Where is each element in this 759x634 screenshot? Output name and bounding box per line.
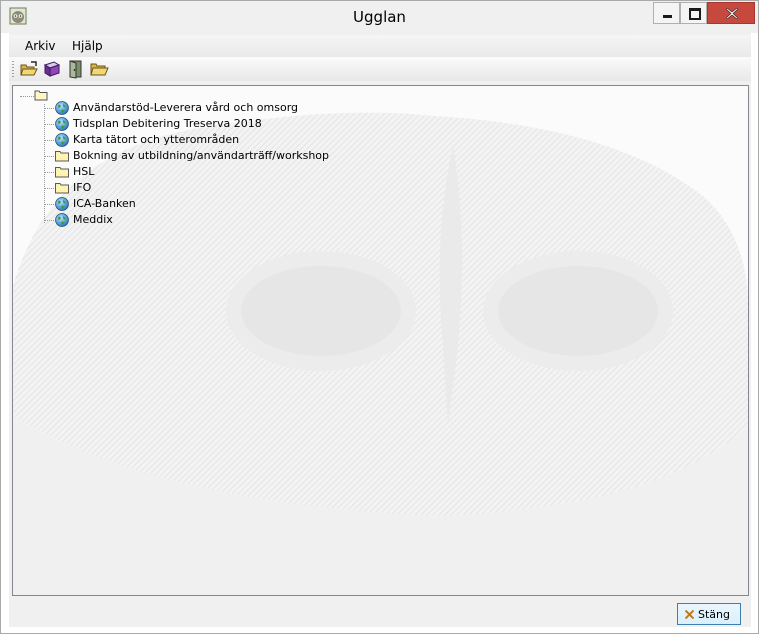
- tree-item[interactable]: Användarstöd-Leverera vård och omsorg: [44, 100, 644, 116]
- tree-connector: [44, 172, 54, 173]
- toolbar-folder-button[interactable]: [89, 59, 109, 79]
- tree-item[interactable]: ICA-Banken: [44, 196, 644, 212]
- tree-item-label: HSL: [73, 165, 95, 178]
- tree-connector: [44, 124, 54, 125]
- title-bar[interactable]: Ugglan: [1, 1, 758, 33]
- app-window: Ugglan Arkiv Hjälp Användarstöd-Leverera…: [0, 0, 759, 634]
- tree-item-label: Tidsplan Debitering Treserva 2018: [73, 117, 262, 130]
- maximize-button[interactable]: [680, 2, 707, 24]
- toolbar-exit-button[interactable]: [66, 59, 86, 79]
- client-area: Arkiv Hjälp Användarstöd-Leverera vård o…: [9, 33, 751, 627]
- tree-item-label: ICA-Banken: [73, 197, 136, 210]
- tree-item-label: IFO: [73, 181, 92, 194]
- book-icon: [43, 61, 61, 77]
- globe-icon: [54, 116, 70, 132]
- tree-connector: [44, 204, 54, 205]
- tree-view[interactable]: Användarstöd-Leverera vård och omsorg Tid…: [12, 85, 749, 596]
- tree-connector: [44, 156, 54, 157]
- tree-item[interactable]: HSL: [44, 164, 644, 180]
- tree-item[interactable]: Tidsplan Debitering Treserva 2018: [44, 116, 644, 132]
- folder-icon: [54, 148, 70, 164]
- folder-icon: [54, 180, 70, 196]
- tree-connector: [44, 108, 54, 109]
- tree-item[interactable]: Karta tätort och ytterområden: [44, 132, 644, 148]
- tree-item-label: Användarstöd-Leverera vård och omsorg: [73, 101, 299, 114]
- open-folder-icon: [20, 61, 38, 76]
- minimize-button[interactable]: [653, 2, 680, 24]
- globe-icon: [54, 132, 70, 148]
- folder-open-icon: [90, 63, 109, 76]
- tree-item-label: Meddix: [73, 213, 113, 226]
- tree-item-label: Bokning av utbildning/användarträff/work…: [73, 149, 329, 162]
- close-icon: [726, 8, 738, 19]
- menu-arkiv[interactable]: Arkiv: [25, 39, 56, 53]
- folder-icon: [54, 164, 70, 180]
- toolbar: [9, 57, 751, 81]
- menu-hjalp[interactable]: Hjälp: [72, 39, 103, 53]
- toolbar-grip[interactable]: [12, 61, 14, 77]
- tree-connector: [44, 140, 54, 141]
- tree-item-label: Karta tätort och ytterområden: [73, 133, 240, 146]
- exit-door-icon: [69, 60, 82, 79]
- window-frame: Ugglan Arkiv Hjälp Användarstöd-Leverera…: [1, 1, 758, 633]
- globe-icon: [54, 212, 70, 228]
- tree-item[interactable]: Meddix: [44, 212, 644, 228]
- window-title: Ugglan: [353, 8, 406, 26]
- globe-icon: [54, 196, 70, 212]
- tree-item[interactable]: IFO: [44, 180, 644, 196]
- close-x-icon: [685, 610, 694, 619]
- close-window-button[interactable]: [707, 2, 755, 24]
- close-button-label: Stäng: [698, 608, 730, 621]
- toolbar-open-button[interactable]: [19, 59, 39, 79]
- close-button[interactable]: Stäng: [677, 603, 741, 625]
- tree-connector: [44, 188, 54, 189]
- toolbar-book-button[interactable]: [42, 59, 62, 79]
- menu-bar: Arkiv Hjälp: [9, 35, 751, 57]
- globe-icon: [54, 100, 70, 116]
- tree-item[interactable]: Bokning av utbildning/användarträff/work…: [44, 148, 644, 164]
- tree-connector: [20, 96, 34, 97]
- tree-connector: [44, 220, 54, 221]
